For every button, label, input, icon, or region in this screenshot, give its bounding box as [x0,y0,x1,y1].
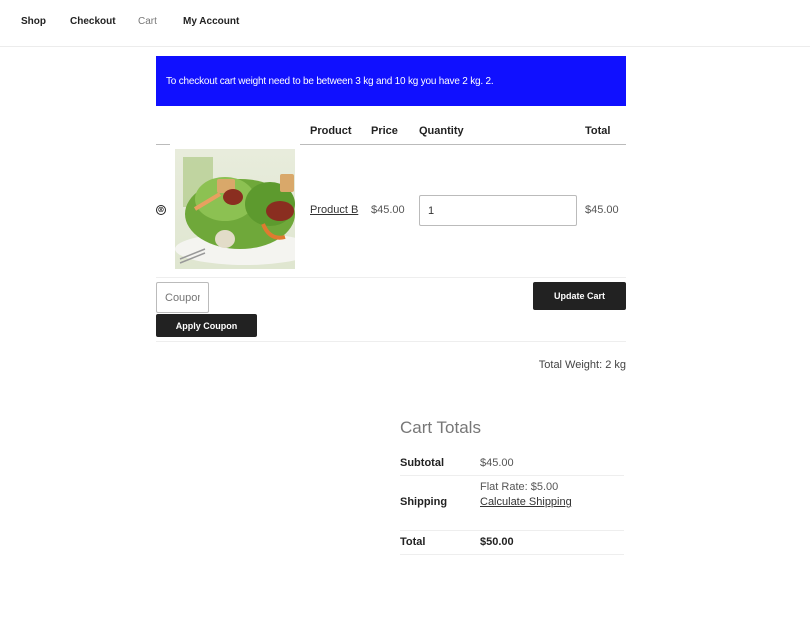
column-header-quantity: Quantity [419,125,464,137]
divider [156,341,626,342]
top-navigation: Shop Checkout Cart My Account [0,0,810,47]
nav-my-account[interactable]: My Account [183,16,239,27]
nav-checkout[interactable]: Checkout [70,16,116,27]
subtotal-label: Subtotal [400,457,444,469]
calculate-shipping-link[interactable]: Calculate Shipping [480,496,572,508]
shipping-rate: Flat Rate: $5.00 [480,481,559,493]
apply-coupon-button[interactable]: Apply Coupon [156,314,257,337]
total-label: Total [400,536,426,548]
divider [156,277,626,278]
product-link[interactable]: Product B [310,204,358,216]
total-value: $50.00 [480,536,514,548]
total-weight: Total Weight: 2 kg [538,359,626,371]
line-total: $45.00 [585,204,619,216]
coupon-code-input[interactable] [156,282,209,313]
divider [400,554,624,555]
quantity-input[interactable] [419,195,577,226]
cart-totals-title: Cart Totals [400,418,481,437]
column-header-total: Total [585,125,611,137]
product-thumbnail[interactable] [175,149,295,269]
update-cart-button[interactable]: Update Cart [533,282,626,310]
remove-item-icon[interactable]: ⊗ [156,205,166,215]
nav-shop[interactable]: Shop [21,16,46,27]
product-price: $45.00 [371,204,405,216]
subtotal-value: $45.00 [480,457,514,469]
divider [300,144,626,145]
divider [400,475,624,476]
column-header-price: Price [371,125,398,137]
weight-notice: To checkout cart weight need to be betwe… [156,56,626,106]
divider [400,530,624,531]
divider [156,144,170,145]
shipping-label: Shipping [400,496,448,508]
column-header-product: Product [310,125,352,137]
nav-cart[interactable]: Cart [138,16,157,27]
